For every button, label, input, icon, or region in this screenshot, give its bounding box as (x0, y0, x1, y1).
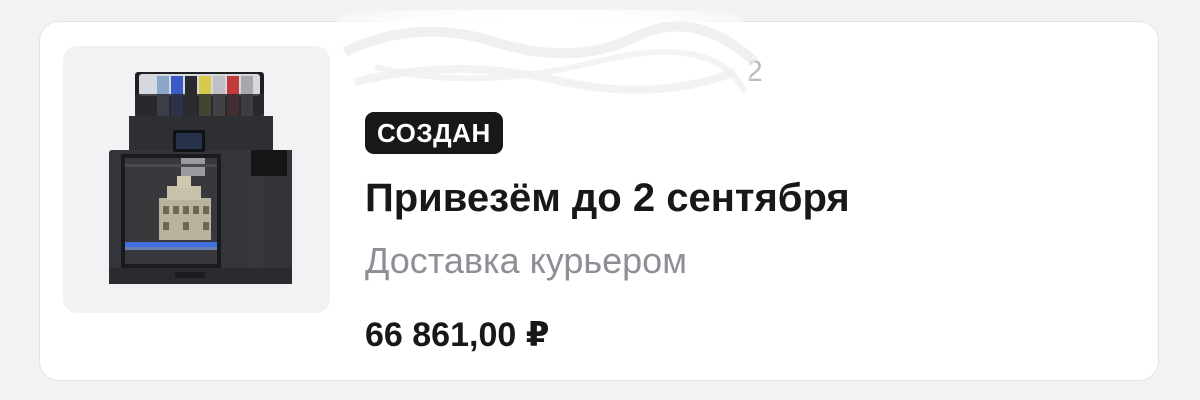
order-card[interactable]: 2 СОЗДАН Привезём до 2 сентября Доставка… (39, 10, 1159, 381)
order-price: 66 861,00 ₽ (365, 316, 550, 354)
delivery-date-title: Привезём до 2 сентября (365, 176, 850, 220)
product-thumbnail[interactable] (63, 46, 330, 313)
status-badge: СОЗДАН (365, 112, 503, 154)
delivery-method: Доставка курьером (365, 240, 687, 281)
3d-printer-image-icon (109, 72, 292, 284)
redaction-scribble-icon (342, 21, 759, 94)
